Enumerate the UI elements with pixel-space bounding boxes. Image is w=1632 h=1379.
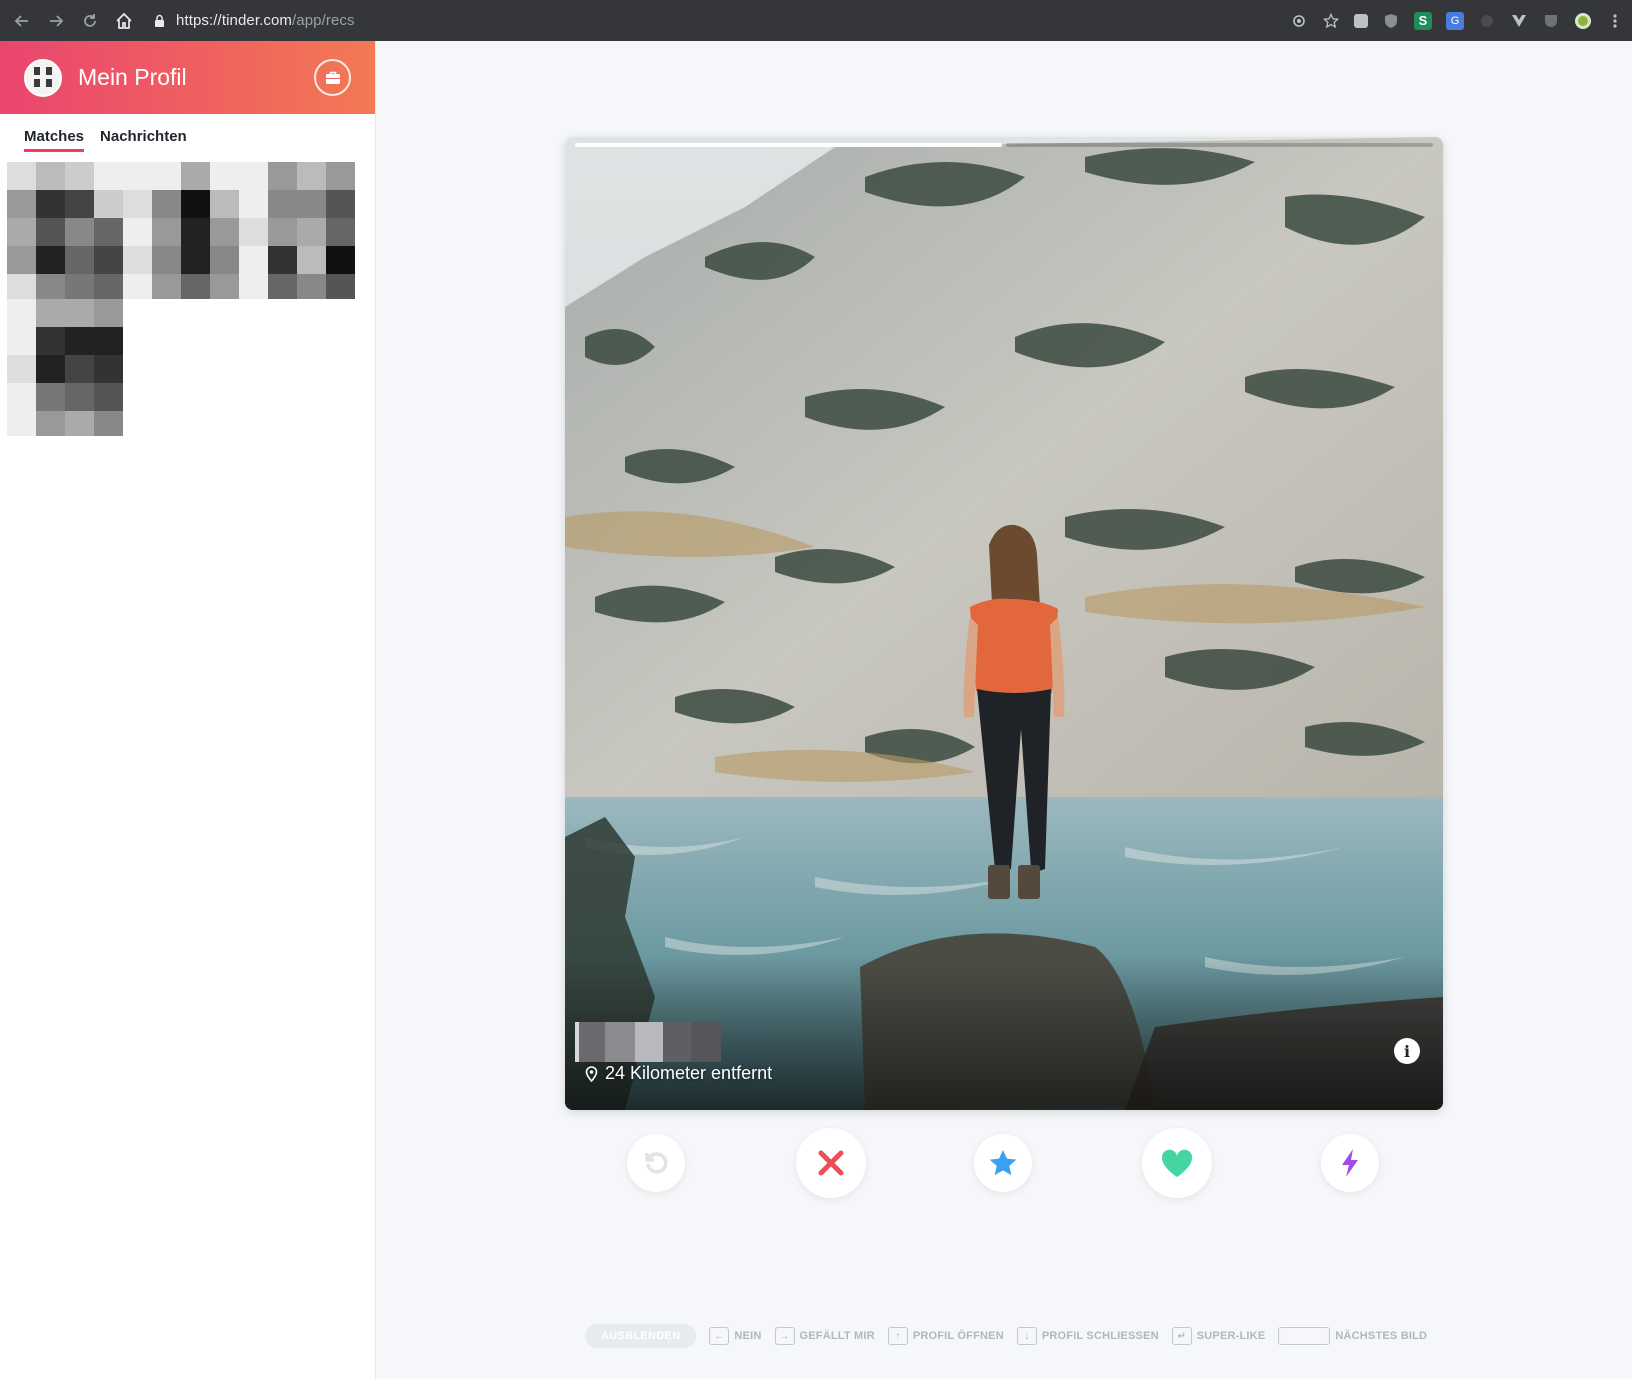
hide-hints-button[interactable]: AUSBLENDEN	[585, 1324, 697, 1348]
browser-toolbar: https://tinder.com/app/recs S G	[0, 0, 1632, 41]
hint-profil-oeffnen: ↑ PROFIL ÖFFNEN	[887, 1327, 1004, 1345]
address-bar[interactable]: https://tinder.com/app/recs	[152, 6, 355, 36]
rewind-button[interactable]	[627, 1134, 685, 1192]
photo-progress	[575, 143, 1433, 147]
arrow-left-key-icon: ←	[709, 1327, 730, 1345]
extensions-area: S G	[1290, 0, 1624, 41]
info-icon[interactable]: i	[1394, 1038, 1420, 1064]
progress-segment[interactable]	[1006, 143, 1433, 147]
progress-segment[interactable]	[575, 143, 1002, 147]
super-like-button[interactable]	[974, 1134, 1032, 1192]
menu-icon[interactable]	[1606, 12, 1624, 30]
hint-label: PROFIL ÖFFNEN	[912, 1330, 1004, 1342]
lock-icon	[152, 14, 166, 28]
rewind-icon	[645, 1152, 668, 1174]
match-tile[interactable]	[7, 162, 123, 299]
match-tile[interactable]	[123, 162, 239, 299]
arrow-right-key-icon: →	[774, 1327, 795, 1345]
like-heart-icon	[1161, 1149, 1193, 1177]
keyboard-hints: AUSBLENDEN ← NEIN → GEFÄLLT MIR ↑ PROFIL ÖF…	[585, 1324, 1427, 1348]
profile-title[interactable]: Mein Profil	[78, 64, 187, 91]
distance-text: 24 Kilometer entfernt	[605, 1063, 773, 1083]
extension-icon[interactable]	[1354, 13, 1368, 28]
avatar[interactable]	[24, 58, 62, 97]
hint-label: PROFIL SCHLIESSEN	[1041, 1330, 1159, 1342]
reload-icon[interactable]	[76, 7, 104, 35]
enter-key-icon: ↵	[1171, 1327, 1192, 1345]
name-age-redacted	[575, 1022, 721, 1062]
hint-profil-schliessen: ↓ PROFIL SCHLIESSEN	[1016, 1327, 1159, 1345]
hint-label: GEFÄLLT MIR	[799, 1330, 875, 1342]
url-host: https://tinder.com	[176, 12, 293, 29]
hint-naechstes-bild: NÄCHSTES BILD	[1278, 1327, 1427, 1345]
hint-super-like: ↵ SUPER-LIKE	[1171, 1327, 1266, 1345]
shield-icon[interactable]	[1382, 12, 1400, 30]
forward-icon[interactable]	[42, 7, 70, 35]
action-buttons	[0, 1128, 1632, 1198]
space-key-icon	[1278, 1327, 1331, 1345]
matches-grid	[7, 162, 367, 444]
hint-label: NÄCHSTES BILD	[1335, 1330, 1428, 1342]
hint-label: NEIN	[734, 1330, 762, 1342]
profile-card[interactable]: 24 Kilometer entfernt i	[565, 137, 1443, 1110]
profile-icon[interactable]	[1574, 12, 1592, 30]
star-icon[interactable]	[1322, 12, 1340, 30]
hint-label: SUPER-LIKE	[1196, 1330, 1266, 1342]
distance-label: 24 Kilometer entfernt	[585, 1063, 772, 1084]
match-tile[interactable]	[239, 162, 355, 299]
hint-nein: ← NEIN	[709, 1327, 761, 1345]
location-icon[interactable]	[1290, 12, 1308, 30]
circle-icon[interactable]	[1478, 12, 1496, 30]
home-icon[interactable]	[110, 7, 138, 35]
tab-nachrichten[interactable]: Nachrichten	[100, 128, 187, 152]
super-like-star-icon	[989, 1150, 1017, 1176]
profile-photo	[565, 137, 1443, 1110]
boost-button[interactable]	[1321, 1134, 1379, 1192]
translate-icon[interactable]: G	[1446, 11, 1464, 30]
sheets-icon[interactable]: S	[1414, 11, 1432, 30]
like-button[interactable]	[1142, 1128, 1212, 1198]
vue-icon[interactable]	[1510, 12, 1528, 30]
profile-header[interactable]: Mein Profil	[0, 41, 375, 114]
back-icon[interactable]	[8, 7, 36, 35]
hint-gefaellt-mir: → GEFÄLLT MIR	[774, 1327, 875, 1345]
arrow-up-key-icon: ↑	[887, 1327, 908, 1345]
location-pin-icon	[585, 1065, 598, 1082]
url-text: https://tinder.com/app/recs	[176, 12, 355, 29]
pocket-icon[interactable]	[1542, 12, 1560, 30]
arrow-down-key-icon: ↓	[1016, 1327, 1037, 1345]
nope-x-icon	[818, 1150, 844, 1176]
sidebar-tabs: Matches Nachrichten	[0, 128, 375, 152]
tab-matches[interactable]: Matches	[24, 128, 85, 152]
briefcase-icon[interactable]	[314, 59, 351, 96]
nope-button[interactable]	[796, 1128, 866, 1198]
url-path: /app/recs	[292, 12, 355, 29]
match-tile[interactable]	[7, 299, 123, 436]
boost-bolt-icon	[1342, 1149, 1358, 1177]
